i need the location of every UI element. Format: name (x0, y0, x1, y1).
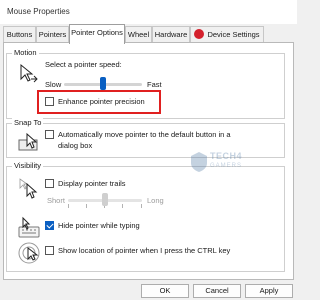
snap-to-group-label: Snap To (12, 118, 44, 127)
enhance-precision-checkbox[interactable] (45, 97, 54, 106)
trail-tick (86, 204, 87, 208)
pointer-trails-checkbox[interactable] (45, 179, 54, 188)
trail-tick (122, 204, 123, 208)
tab-label: Pointer Options (71, 28, 123, 37)
cancel-button-label: Cancel (205, 286, 229, 295)
snap-to-checkbox[interactable] (45, 130, 54, 139)
pointer-speed-label: Select a pointer speed: (45, 60, 122, 69)
show-location-icon (17, 241, 41, 265)
slow-label: Slow (45, 80, 62, 89)
device-settings-icon (194, 29, 205, 39)
watermark-text: TECH4 (210, 151, 243, 161)
long-label: Long (147, 196, 164, 205)
apply-button[interactable]: Apply (245, 284, 293, 298)
tab-buttons[interactable]: Buttons (3, 26, 36, 43)
tab-label: Device Settings (207, 30, 260, 39)
cancel-button[interactable]: Cancel (193, 284, 241, 298)
pointer-trails-label: Display pointer trails (58, 179, 126, 188)
snap-to-icon (17, 131, 41, 155)
watermark-logo: TECH4 GAMERS (188, 145, 248, 185)
tab-pointers[interactable]: Pointers (36, 26, 69, 43)
tab-label: Wheel (127, 30, 150, 39)
ok-button[interactable]: OK (141, 284, 189, 298)
trail-length-slider[interactable] (102, 193, 108, 206)
hide-pointer-typing-checkbox[interactable] (45, 221, 54, 230)
show-location-label: Show location of pointer when I press th… (58, 246, 231, 255)
snap-to-label-line2: dialog box (58, 141, 93, 150)
window-title: Mouse Properties (7, 7, 70, 16)
tab-strip: Buttons Pointers Pointer Options Wheel H… (0, 24, 297, 44)
tab-label: Hardware (154, 30, 188, 39)
ok-button-label: OK (159, 286, 171, 295)
visibility-group-label: Visibility (12, 161, 43, 170)
tab-pointer-options[interactable]: Pointer Options (69, 24, 125, 44)
short-label: Short (47, 196, 65, 205)
tab-wheel[interactable]: Wheel (125, 26, 152, 43)
trail-tick (68, 204, 69, 208)
tab-label: Buttons (6, 30, 33, 39)
watermark-subtext: GAMERS (210, 163, 243, 169)
tab-label: Pointers (38, 30, 67, 39)
snap-to-label-line1: Automatically move pointer to the defaul… (58, 130, 231, 139)
motion-group-label: Motion (12, 48, 39, 57)
trail-tick (141, 204, 142, 208)
tab-device-settings[interactable]: Device Settings (190, 26, 264, 43)
show-location-checkbox[interactable] (45, 246, 54, 255)
hide-pointer-typing-label: Hide pointer while typing (58, 221, 140, 230)
pointer-speed-icon (17, 62, 41, 86)
tab-hardware[interactable]: Hardware (152, 26, 190, 43)
hide-pointer-icon (17, 216, 41, 240)
title-bar: Mouse Properties (0, 0, 297, 24)
pointer-speed-slider[interactable] (100, 77, 106, 90)
pointer-trails-icon (17, 176, 41, 200)
apply-button-label: Apply (259, 286, 279, 295)
enhance-precision-label: Enhance pointer precision (58, 97, 145, 106)
fast-label: Fast (147, 80, 162, 89)
